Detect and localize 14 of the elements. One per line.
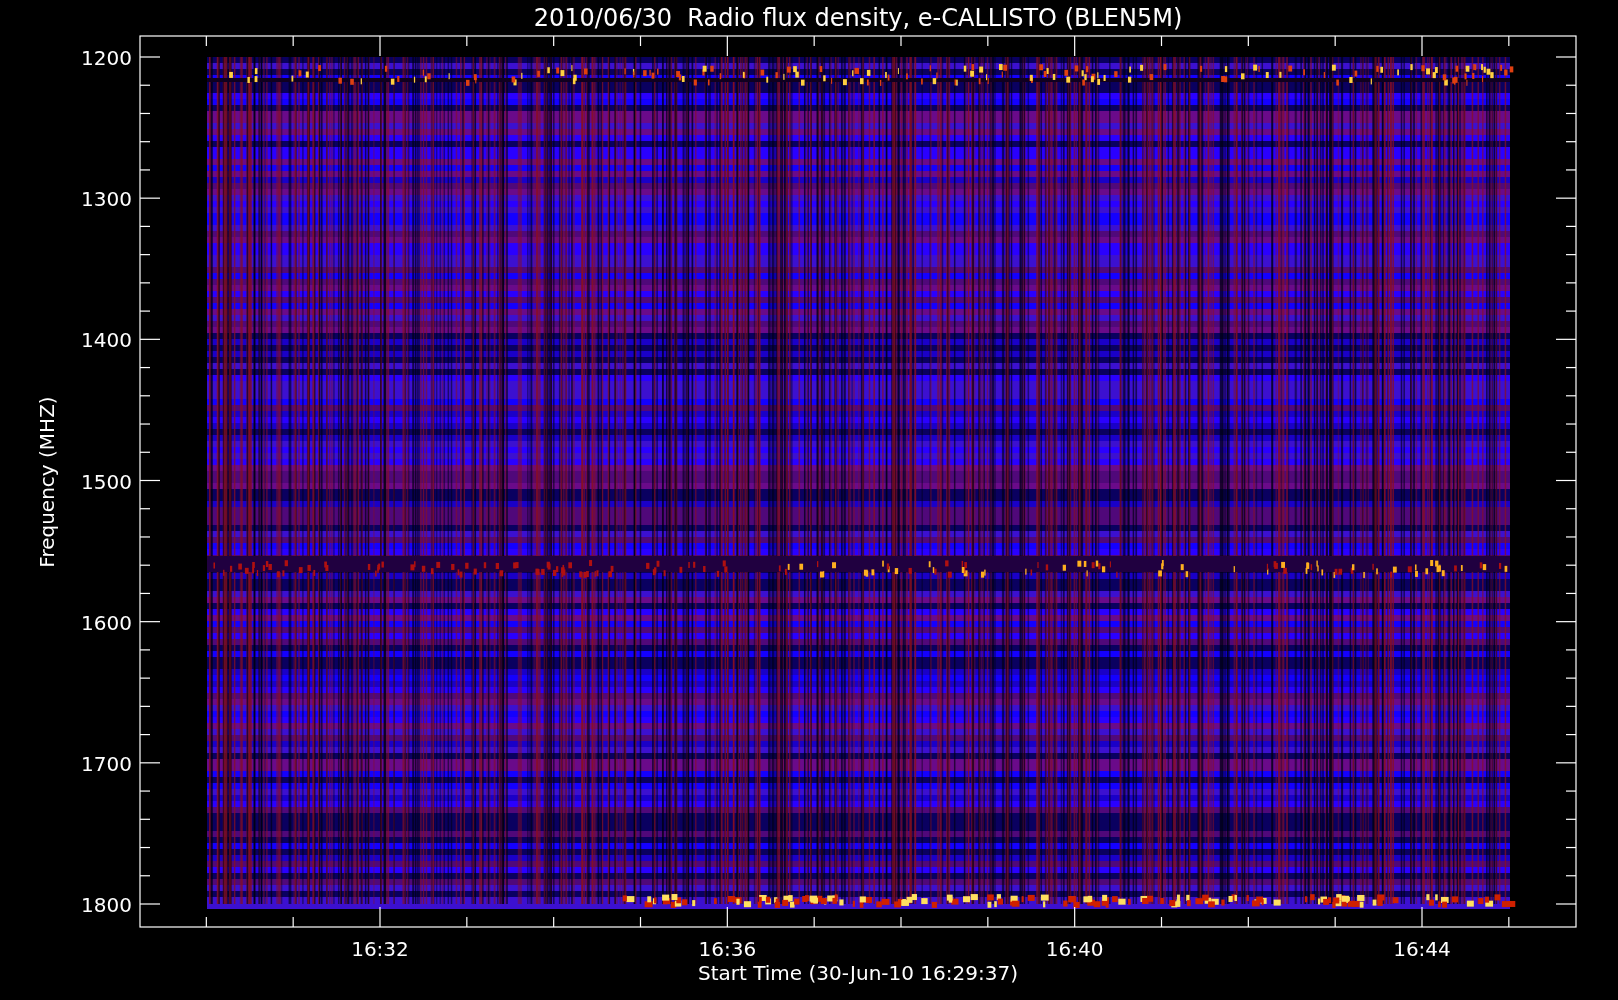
x-tick-label: 16:36 — [698, 937, 757, 961]
y-tick-label: 1600 — [81, 610, 132, 635]
x-tick-label: 16:40 — [1045, 937, 1104, 961]
y-tick-label: 1700 — [81, 751, 132, 776]
y-tick-label: 1500 — [81, 469, 132, 494]
y-tick-label: 1300 — [81, 187, 132, 212]
y-axis-label: Frequency (MHZ) — [35, 396, 59, 568]
x-axis-label: Start Time (30-Jun-10 16:29:37) — [698, 961, 1018, 985]
x-tick-label: 16:32 — [351, 937, 409, 961]
chart-title: 2010/06/30 Radio flux density, e-CALLISTO (BLEN5M) — [533, 4, 1183, 32]
y-tick-label: 1200 — [81, 46, 132, 70]
y-tick-label: 1400 — [81, 328, 132, 353]
x-tick-label: 16:44 — [1393, 937, 1451, 961]
y-tick-label: 1800 — [81, 893, 132, 917]
